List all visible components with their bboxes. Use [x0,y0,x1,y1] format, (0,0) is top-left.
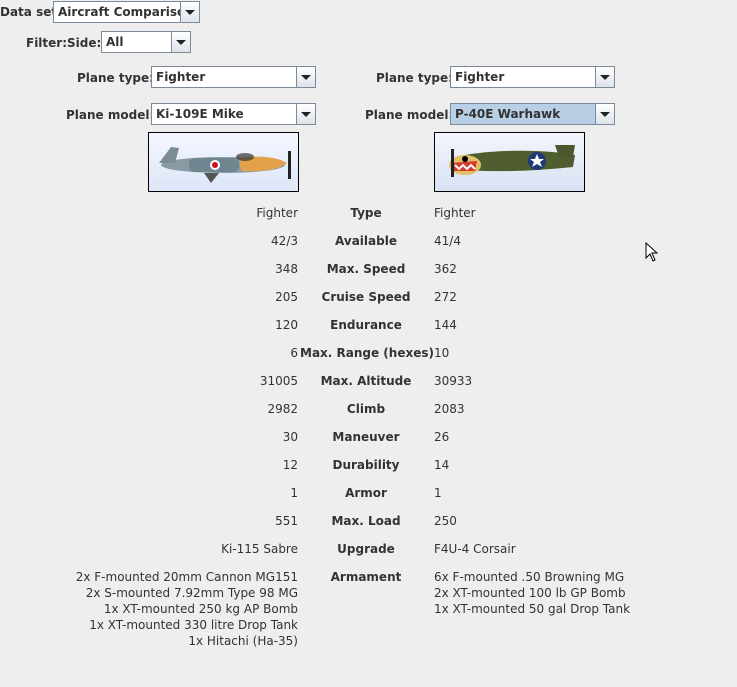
stat-left-value: 1 [290,486,298,500]
right-plane-image [434,132,585,192]
stat-right-value: Fighter [434,206,476,220]
stat-label: Max. Altitude [320,374,412,388]
left-armament-list: 2x F-mounted 20mm Cannon MG151 2x S-mount… [76,569,298,649]
stat-label: Endurance [330,318,402,332]
right-plane-type-select[interactable]: Fighter [450,66,615,88]
left-plane-icon [149,133,298,191]
side-select[interactable]: All [101,31,191,53]
left-plane-model-value: Ki-109E Mike [156,107,244,121]
right-plane-icon [435,133,584,191]
stat-left-value: 2982 [267,402,298,416]
left-plane-model-label: Plane model: [66,108,155,122]
stat-label: Upgrade [337,542,395,556]
chevron-down-icon[interactable] [595,104,614,124]
armament-item: 1x XT-mounted 330 litre Drop Tank [89,618,298,632]
chevron-down-icon[interactable] [180,2,199,22]
left-plane-image [148,132,299,192]
stat-left-value: 6 [290,346,298,360]
stat-right-value: 2083 [434,402,465,416]
right-plane-type-label: Plane type: [376,71,453,85]
stat-right-value: 250 [434,514,457,528]
dataset-value: Aircraft Comparison [58,5,180,19]
stat-right-value: 144 [434,318,457,332]
stat-label: Max. Load [331,514,401,528]
armament-item: 2x F-mounted 20mm Cannon MG151 [75,570,298,584]
stat-left-value: Ki-115 Sabre [221,542,298,556]
armament-item: 6x F-mounted .50 Browning MG [434,570,625,584]
left-plane-model-select[interactable]: Ki-109E Mike [151,103,316,125]
right-plane-type-value: Fighter [455,70,505,84]
stat-right-value: 1 [434,486,442,500]
stat-label: Available [335,234,397,248]
right-plane-model-label: Plane model: [365,108,454,122]
stat-right-value: 26 [434,430,450,444]
stat-label: Max. Range (hexes) [300,346,434,360]
right-plane-model-value: P-40E Warhawk [451,104,595,124]
right-armament-list: 6x F-mounted .50 Browning MG 2x XT-mounte… [434,569,630,617]
stat-label: Climb [346,402,386,416]
armament-item: 1x Hitachi (Ha-35) [188,634,298,648]
armament-label: Armament [330,570,402,584]
stat-label: Cruise Speed [321,290,411,304]
chevron-down-icon[interactable] [595,67,614,87]
armament-item: 2x S-mounted 7.92mm Type 98 MG [85,586,298,600]
chevron-down-icon[interactable] [296,104,315,124]
filter-label: Filter: [26,36,68,50]
stat-right-value: 14 [434,458,450,472]
armament-item: 1x XT-mounted 50 gal Drop Tank [434,602,631,616]
stat-right-value: F4U-4 Corsair [434,542,516,556]
stat-left-value: 42/3 [271,234,298,248]
stat-label: Durability [332,458,400,472]
mouse-pointer-icon [645,242,659,262]
left-plane-type-label: Plane type: [77,71,154,85]
armament-item: 1x XT-mounted 250 kg AP Bomb [103,602,298,616]
chevron-down-icon[interactable] [171,32,190,52]
stat-left-value: 551 [275,514,298,528]
stat-right-value: 272 [434,290,457,304]
stat-left-value: 205 [275,290,298,304]
left-plane-type-value: Fighter [156,70,206,84]
stat-label: Max. Speed [326,262,406,276]
stat-right-value: 10 [434,346,450,360]
stat-right-value: 30933 [434,374,473,388]
stat-left-value: 30 [282,430,298,444]
stat-right-value: 41/4 [434,234,461,248]
side-value: All [106,35,124,49]
left-plane-type-select[interactable]: Fighter [151,66,316,88]
stat-right-value: 362 [434,262,457,276]
armament-item: 2x XT-mounted 100 lb GP Bomb [434,586,626,600]
stat-left-value: 120 [275,318,298,332]
stat-left-value: 12 [282,458,298,472]
dataset-select[interactable]: Aircraft Comparison [53,1,200,23]
side-label: Side: [67,36,102,50]
stat-left-value: 348 [275,262,298,276]
stat-left-value: 31005 [259,374,298,388]
stat-left-value: Fighter [256,206,298,220]
chevron-down-icon[interactable] [296,67,315,87]
right-plane-model-select[interactable]: P-40E Warhawk [450,103,615,125]
stat-label: Maneuver [332,430,400,444]
stat-label: Type [350,206,382,220]
stat-label: Armor [345,486,387,500]
